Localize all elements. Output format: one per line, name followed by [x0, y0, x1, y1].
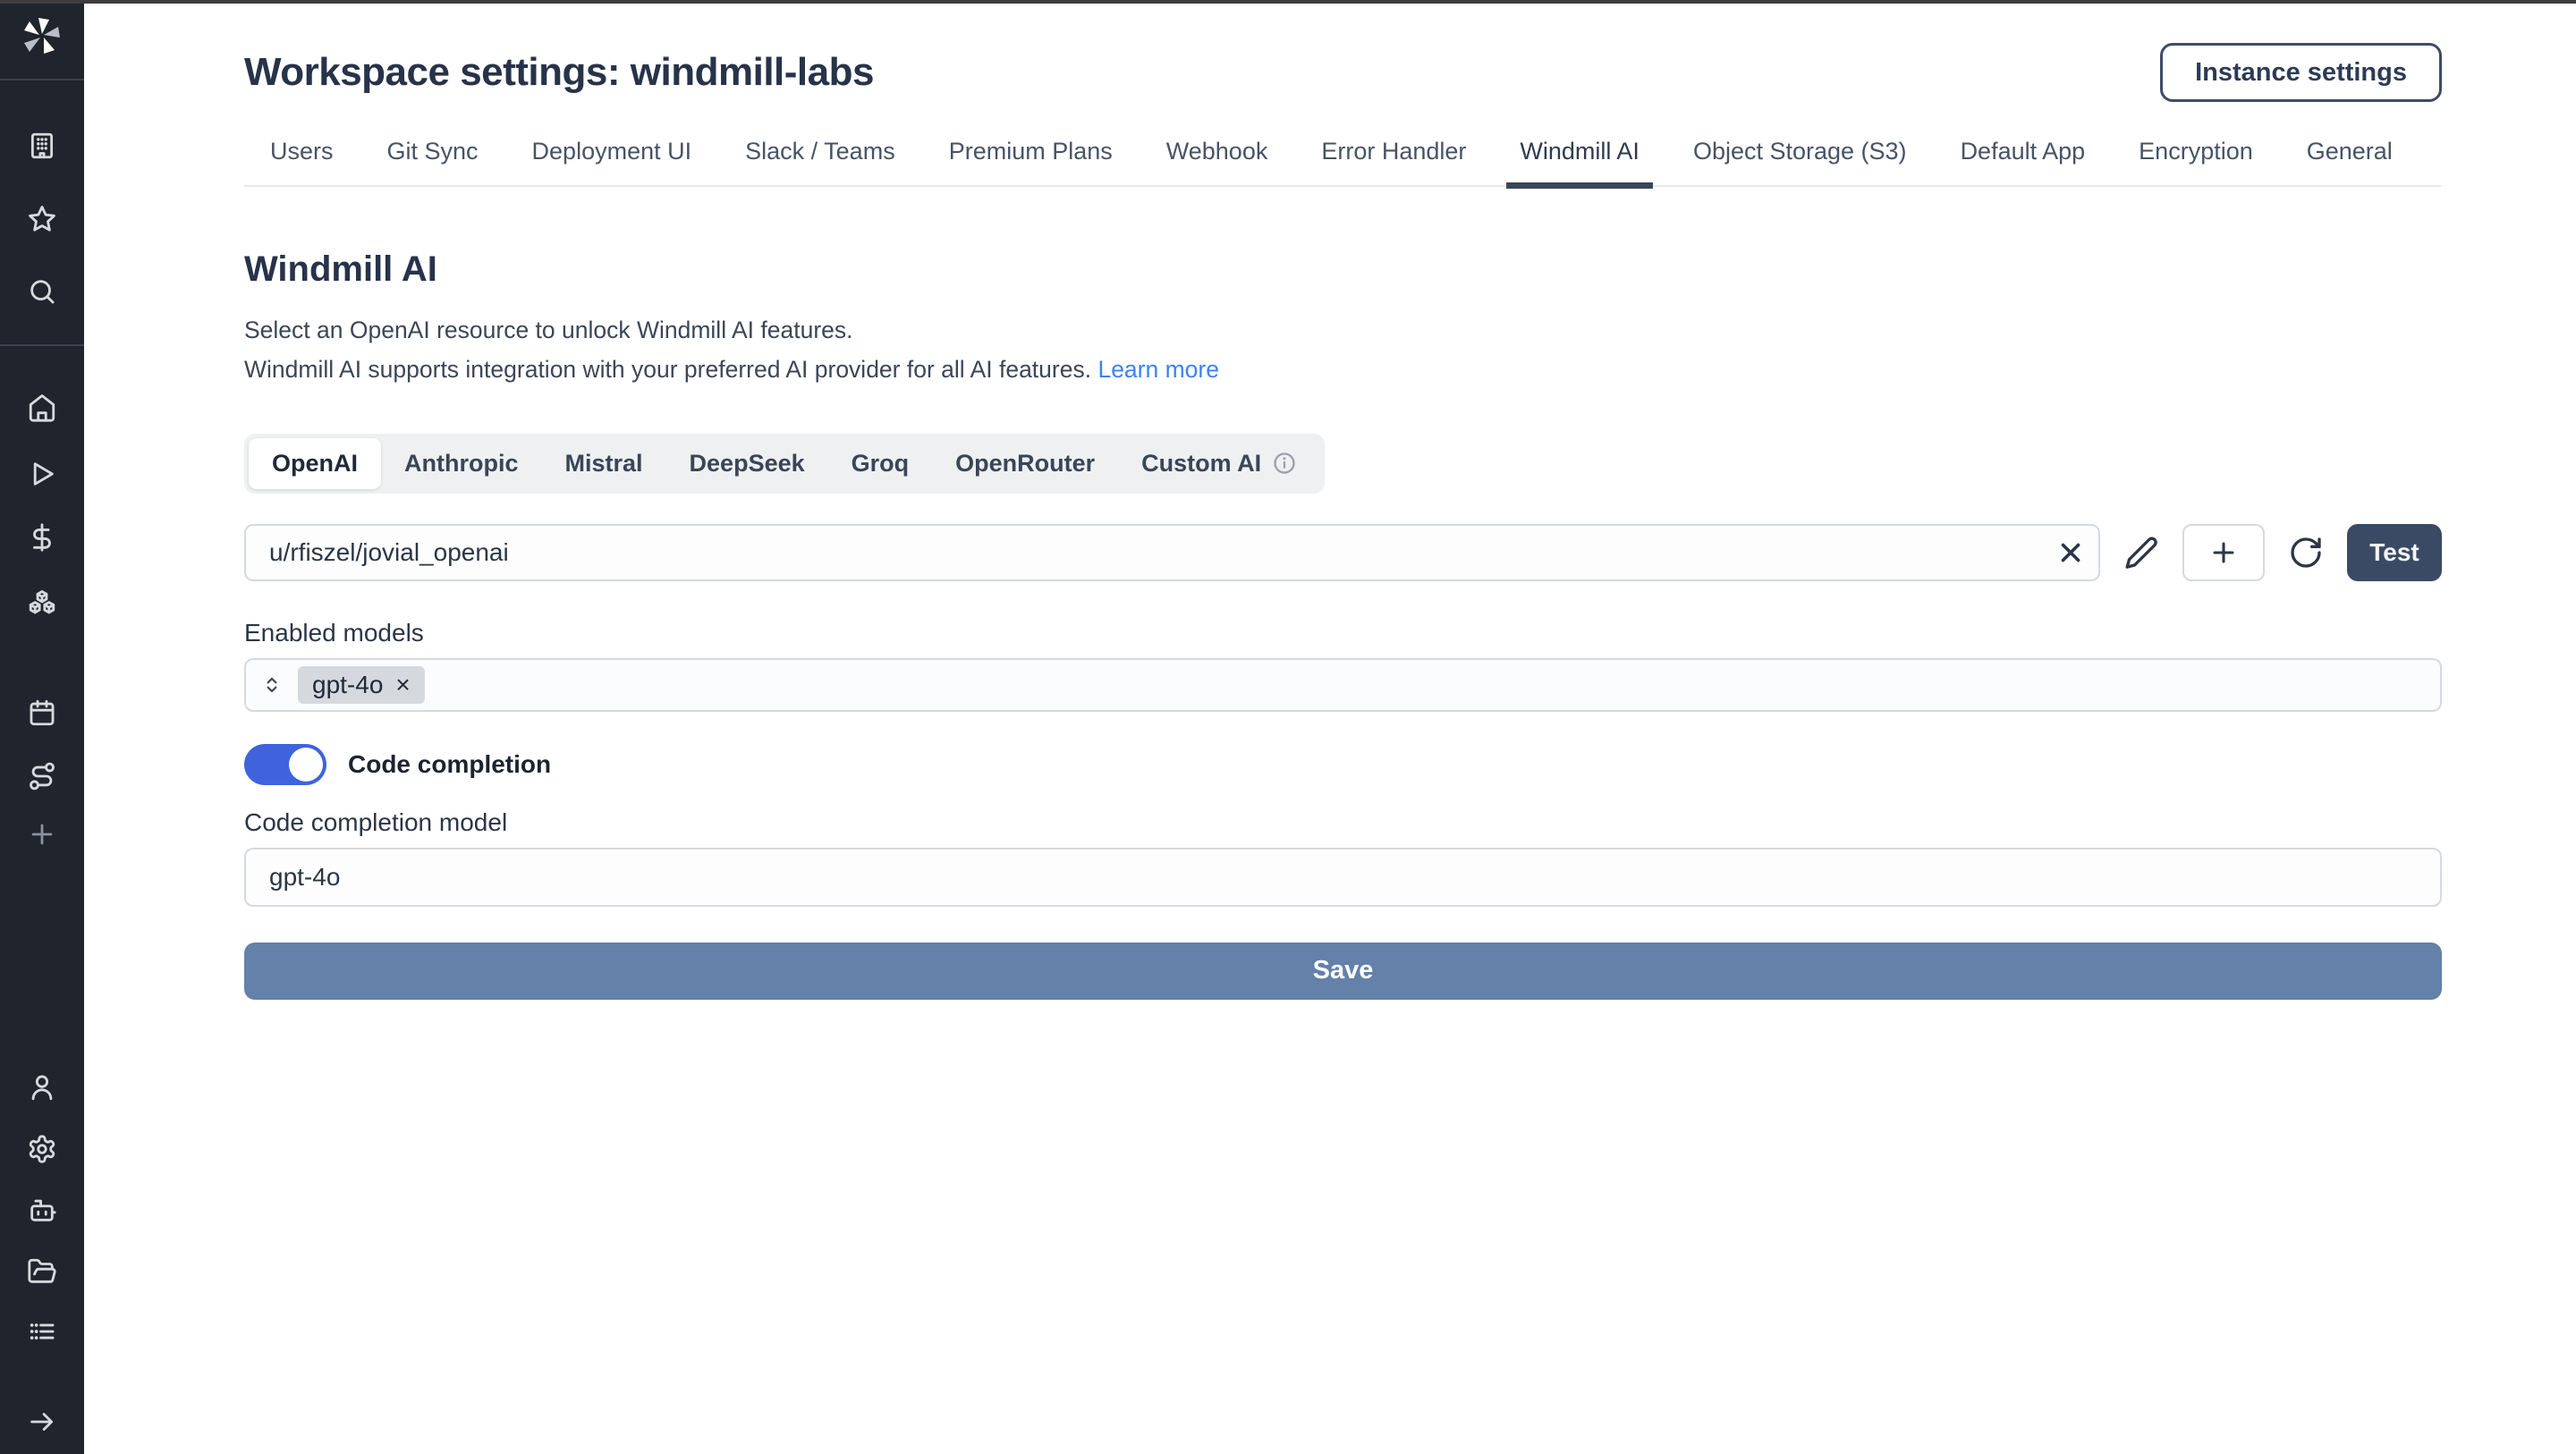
tab-users[interactable]: Users	[257, 138, 347, 185]
home-icon[interactable]	[27, 393, 57, 423]
provider-tab-label: OpenRouter	[955, 450, 1095, 478]
window-top-border	[0, 0, 2576, 4]
tab-deployment-ui[interactable]: Deployment UI	[519, 138, 706, 185]
sidebar	[0, 0, 84, 1454]
resource-row: Test	[244, 524, 2442, 581]
sidebar-divider	[0, 79, 84, 80]
model-chip-label: gpt-4o	[312, 671, 383, 699]
search-icon[interactable]	[27, 276, 57, 307]
add-resource-button[interactable]	[2182, 524, 2265, 581]
code-completion-toggle[interactable]	[244, 744, 326, 785]
code-completion-label: Code completion	[348, 750, 551, 779]
provider-tab-label: OpenAI	[272, 450, 358, 478]
resource-input-wrap	[244, 524, 2100, 581]
provider-tab-openai[interactable]: OpenAI	[249, 438, 381, 489]
save-button[interactable]: Save	[244, 943, 2442, 1000]
provider-tab-openrouter[interactable]: OpenRouter	[932, 438, 1118, 489]
provider-tab-deepseek[interactable]: DeepSeek	[666, 438, 828, 489]
resources-boxes-icon[interactable]	[27, 588, 57, 619]
settings-gear-icon[interactable]	[27, 1134, 57, 1164]
refresh-icon[interactable]	[2288, 535, 2324, 571]
runs-play-icon[interactable]	[27, 459, 57, 489]
tab-premium-plans[interactable]: Premium Plans	[936, 138, 1126, 185]
sidebar-divider	[0, 344, 84, 346]
provider-tab-mistral[interactable]: Mistral	[542, 438, 666, 489]
provider-tab-custom-ai[interactable]: Custom AI	[1118, 438, 1320, 489]
usage-dollar-icon[interactable]	[27, 522, 57, 553]
tab-slack-teams[interactable]: Slack / Teams	[732, 138, 909, 185]
provider-tab-label: Custom AI	[1141, 450, 1261, 478]
model-chips: gpt-4o ×	[298, 666, 425, 704]
info-icon[interactable]	[1272, 451, 1297, 476]
code-completion-model-label: Code completion model	[244, 808, 2442, 837]
expand-arrow-right-icon[interactable]	[27, 1407, 57, 1437]
workspace-building-icon[interactable]	[27, 131, 57, 161]
edit-resource-pencil-icon[interactable]	[2123, 535, 2159, 571]
windmill-logo-icon[interactable]	[21, 14, 64, 57]
tab-object-storage-s3[interactable]: Object Storage (S3)	[1680, 138, 1920, 185]
ai-provider-tabs: OpenAI Anthropic Mistral DeepSeek Groq OpenRo…	[244, 434, 1325, 494]
favorites-star-icon[interactable]	[27, 204, 57, 234]
code-completion-model-input[interactable]	[244, 848, 2442, 907]
tab-webhook[interactable]: Webhook	[1153, 138, 1282, 185]
user-icon[interactable]	[27, 1072, 57, 1103]
chevrons-up-down-icon	[260, 673, 284, 697]
tab-default-app[interactable]: Default App	[1947, 138, 2099, 185]
workers-bot-icon[interactable]	[27, 1195, 57, 1225]
tab-encryption[interactable]: Encryption	[2125, 138, 2267, 185]
provider-tab-groq[interactable]: Groq	[828, 438, 933, 489]
enabled-models-select[interactable]: gpt-4o ×	[244, 658, 2442, 712]
settings-tabbar: Users Git Sync Deployment UI Slack / Teams P…	[244, 138, 2442, 187]
workflows-route-icon[interactable]	[27, 761, 57, 791]
tab-git-sync[interactable]: Git Sync	[374, 138, 492, 185]
tab-error-handler[interactable]: Error Handler	[1308, 138, 1479, 185]
provider-tab-label: Groq	[852, 450, 910, 478]
section-heading: Windmill AI	[244, 249, 2442, 290]
openai-resource-input[interactable]	[244, 524, 2100, 581]
provider-tab-anthropic[interactable]: Anthropic	[381, 438, 542, 489]
learn-more-link[interactable]: Learn more	[1097, 356, 1219, 383]
provider-tab-label: Anthropic	[404, 450, 519, 478]
code-completion-row: Code completion	[244, 744, 2442, 785]
section-description-line1: Select an OpenAI resource to unlock Wind…	[244, 313, 2442, 347]
section-description-line2: Windmill AI supports integration with yo…	[244, 352, 2442, 386]
tab-windmill-ai[interactable]: Windmill AI	[1506, 138, 1653, 185]
folders-icon[interactable]	[27, 1256, 57, 1287]
page-header: Workspace settings: windmill-labs Instan…	[244, 43, 2442, 102]
section-description-text: Windmill AI supports integration with yo…	[244, 356, 1091, 383]
schedules-calendar-icon[interactable]	[27, 697, 57, 728]
provider-tab-label: DeepSeek	[690, 450, 805, 478]
page-title: Workspace settings: windmill-labs	[244, 50, 874, 95]
toggle-knob	[289, 748, 323, 782]
model-chip: gpt-4o ×	[298, 666, 425, 704]
create-plus-icon[interactable]	[27, 819, 57, 850]
instance-settings-button[interactable]: Instance settings	[2160, 43, 2442, 102]
provider-tab-label: Mistral	[565, 450, 643, 478]
main-content: Workspace settings: windmill-labs Instan…	[84, 4, 2576, 1454]
audit-logs-list-icon[interactable]	[27, 1316, 57, 1347]
clear-resource-icon[interactable]	[2055, 537, 2086, 568]
enabled-models-label: Enabled models	[244, 619, 2442, 647]
tab-general[interactable]: General	[2293, 138, 2406, 185]
remove-model-icon[interactable]: ×	[395, 672, 410, 697]
test-button[interactable]: Test	[2347, 524, 2442, 581]
